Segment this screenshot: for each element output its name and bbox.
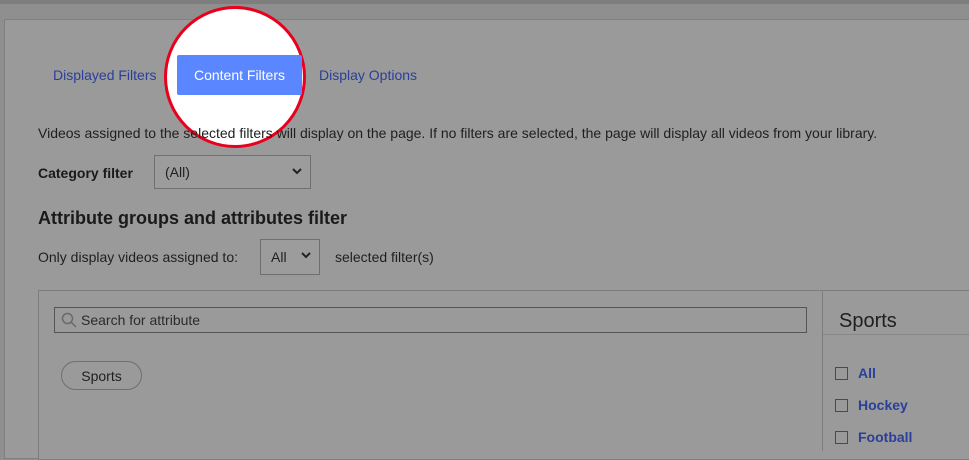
match-mode-value: All [271,249,287,265]
checkbox[interactable] [835,430,848,444]
checkbox[interactable] [835,366,848,380]
search-placeholder: Search for attribute [81,312,201,328]
option-hockey[interactable]: Hockey [835,397,908,413]
category-filter-label: Category filter [38,165,133,181]
option-football[interactable]: Football [835,429,912,445]
option-label[interactable]: Hockey [858,397,908,413]
chevron-down-icon [301,252,311,259]
option-all[interactable]: All [835,365,876,381]
chevron-down-icon [292,168,302,175]
attribute-search-input[interactable]: Search for attribute [54,307,807,333]
option-label[interactable]: Football [858,429,912,445]
attributes-divider [822,291,823,451]
checkbox[interactable] [835,398,848,412]
sports-panel-title: Sports [839,310,897,332]
attributes-heading: Attribute groups and attributes filter [38,208,348,228]
sports-panel-rule [823,334,969,335]
category-filter-select[interactable]: (All) [154,155,311,189]
selected-filters-label: selected filter(s) [335,249,434,265]
top-bar [0,0,969,4]
filters-description: Videos assigned to the selected filters … [38,125,878,141]
tab-displayed-filters[interactable]: Displayed Filters [53,67,156,83]
match-mode-select[interactable]: All [260,239,320,275]
tab-content-filters[interactable]: Content Filters [177,55,302,95]
tab-display-options[interactable]: Display Options [319,67,417,83]
category-filter-value: (All) [165,164,190,180]
search-icon [61,312,77,328]
option-label[interactable]: All [858,365,876,381]
only-display-label: Only display videos assigned to: [38,249,238,265]
attribute-group-pill-sports[interactable]: Sports [61,361,142,390]
